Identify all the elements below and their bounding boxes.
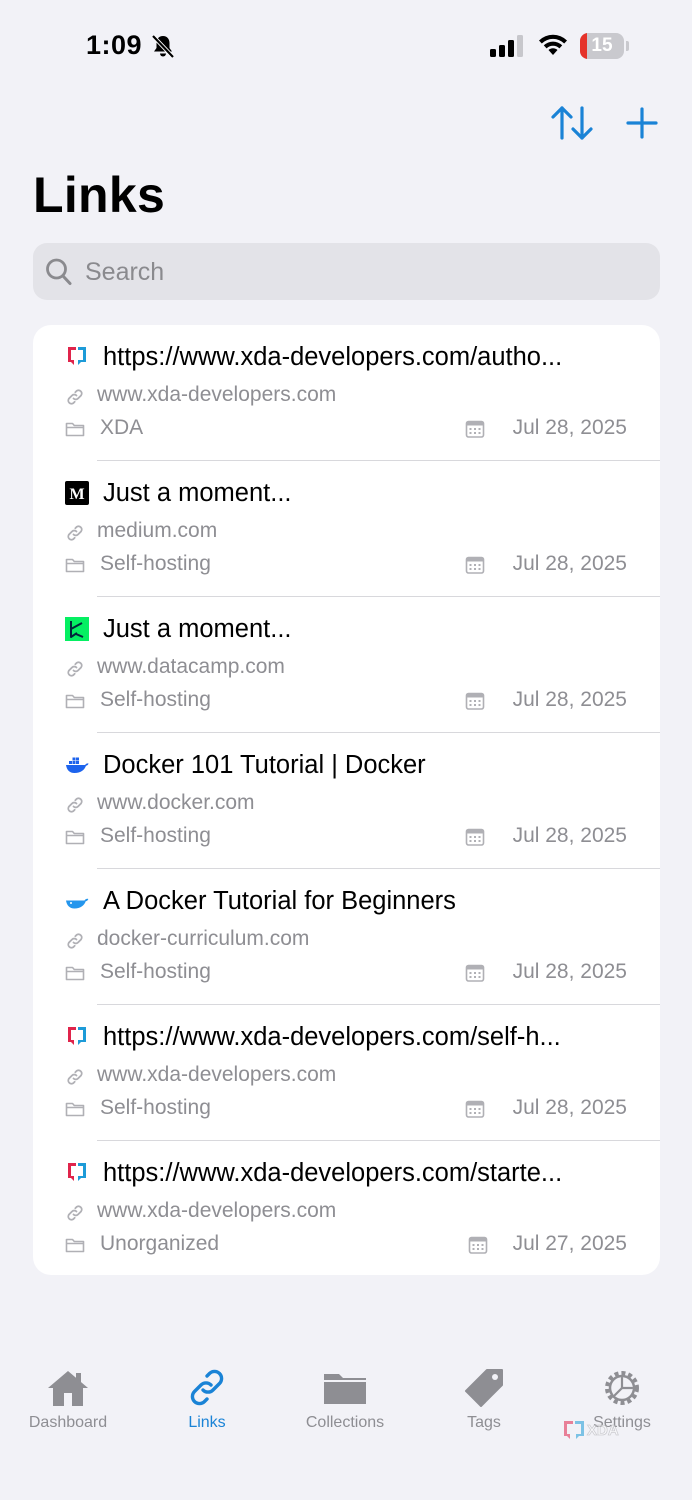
link-title: A Docker Tutorial for Beginners [103,887,456,915]
folder-icon [65,1102,85,1117]
wifi-icon [539,34,567,55]
folder-icon [65,966,85,981]
link-date: Jul 28, 2025 [512,1096,627,1119]
collection-name: Self-hosting [100,552,211,575]
link-date: Jul 28, 2025 [512,824,627,847]
svg-text:M: M [69,486,84,503]
link-row[interactable]: https://www.xda-developers.com/autho... … [33,325,660,461]
link-title: Just a moment... [103,615,292,643]
link-row[interactable]: Docker 101 Tutorial | Docker www.docker.… [33,733,660,869]
link-date: Jul 28, 2025 [512,960,627,983]
link-title: https://www.xda-developers.com/autho... [103,343,563,371]
link-icon [67,525,83,541]
collection-name: Self-hosting [100,688,211,711]
search-input[interactable] [83,243,647,302]
link-date: Jul 27, 2025 [512,1232,627,1255]
sort-button[interactable] [548,102,596,144]
calendar-icon [465,420,485,438]
tag-icon [465,1369,503,1407]
tab-dashboard[interactable]: Dashboard [8,1368,128,1432]
collection-name: Self-hosting [100,1096,211,1119]
medium-icon: M [65,481,89,505]
page-title: Links [33,167,166,223]
house-icon [48,1371,88,1406]
link-row[interactable]: Just a moment... www.datacamp.com Self-h… [33,597,660,733]
link-date: Jul 28, 2025 [512,688,627,711]
add-link-button[interactable] [622,102,662,144]
tab-collections[interactable]: Collections [285,1368,405,1432]
battery-indicator: 15 [580,33,629,59]
link-url: www.datacamp.com [97,655,285,678]
link-icon [67,1205,83,1221]
tab-tags[interactable]: Tags [424,1368,544,1432]
collection-name: Self-hosting [100,960,211,983]
calendar-icon [468,1236,488,1254]
link-row[interactable]: A Docker Tutorial for Beginners docker-c… [33,869,660,1005]
xda-icon [68,347,86,365]
tab-label: Dashboard [28,1414,108,1431]
plus-icon [626,107,658,139]
calendar-icon [465,556,485,574]
link-title: https://www.xda-developers.com/starte... [103,1159,563,1187]
battery-level: 15 [591,35,613,56]
link-url: www.xda-developers.com [97,383,337,406]
status-time: 1:09 [86,30,143,60]
docker-icon [66,757,89,773]
link-icon [190,1369,224,1406]
folder-icon [65,558,85,573]
collection-name: XDA [100,416,144,439]
link-icon [67,797,83,813]
link-row[interactable]: https://www.xda-developers.com/starte...… [33,1141,660,1275]
bell-slash-icon [151,34,175,59]
folder-icon [65,422,85,437]
folder-icon [65,1238,85,1253]
link-icon [67,661,83,677]
collection-name: Unorganized [100,1232,220,1255]
link-url: www.xda-developers.com [97,1063,337,1086]
link-row[interactable]: M Just a moment... medium.com Self-hosti… [33,461,660,597]
xda-icon [68,1027,86,1045]
link-date: Jul 28, 2025 [512,416,627,439]
xda-icon [68,1163,86,1181]
svg-text:XDA: XDA [587,1422,619,1439]
calendar-icon [465,1100,485,1118]
link-title: Just a moment... [103,479,292,507]
link-icon [67,1069,83,1085]
link-url: www.docker.com [97,791,255,814]
calendar-icon [465,692,485,710]
gear-icon [605,1371,639,1405]
link-icon [67,389,83,405]
link-row[interactable]: https://www.xda-developers.com/self-h...… [33,1005,660,1141]
tab-label: Links [188,1414,226,1431]
datacamp-icon [65,617,89,641]
tab-label: Tags [467,1414,501,1431]
calendar-icon [465,828,485,846]
search-icon [46,258,72,285]
link-title: https://www.xda-developers.com/self-h... [103,1023,561,1051]
docker-icon [66,898,89,909]
links-list: https://www.xda-developers.com/autho... … [33,325,660,1275]
link-title: Docker 101 Tutorial | Docker [103,751,426,779]
link-date: Jul 28, 2025 [512,552,627,575]
calendar-icon [465,964,485,982]
link-icon [67,933,83,949]
search-bar[interactable] [33,243,660,302]
xda-watermark-logo: XDA [564,1421,619,1439]
folder-icon [324,1374,366,1404]
link-url: www.xda-developers.com [97,1199,337,1222]
link-url: docker-curriculum.com [97,927,310,950]
tab-label: Collections [305,1414,385,1431]
collection-name: Self-hosting [100,824,211,847]
sort-arrows-icon [551,106,593,140]
folder-icon [65,694,85,709]
link-url: medium.com [97,519,218,542]
tab-links[interactable]: Links [147,1368,267,1432]
status-bar: 1:09 15 [0,0,692,95]
folder-icon [65,830,85,845]
cellular-signal-icon [490,35,523,57]
